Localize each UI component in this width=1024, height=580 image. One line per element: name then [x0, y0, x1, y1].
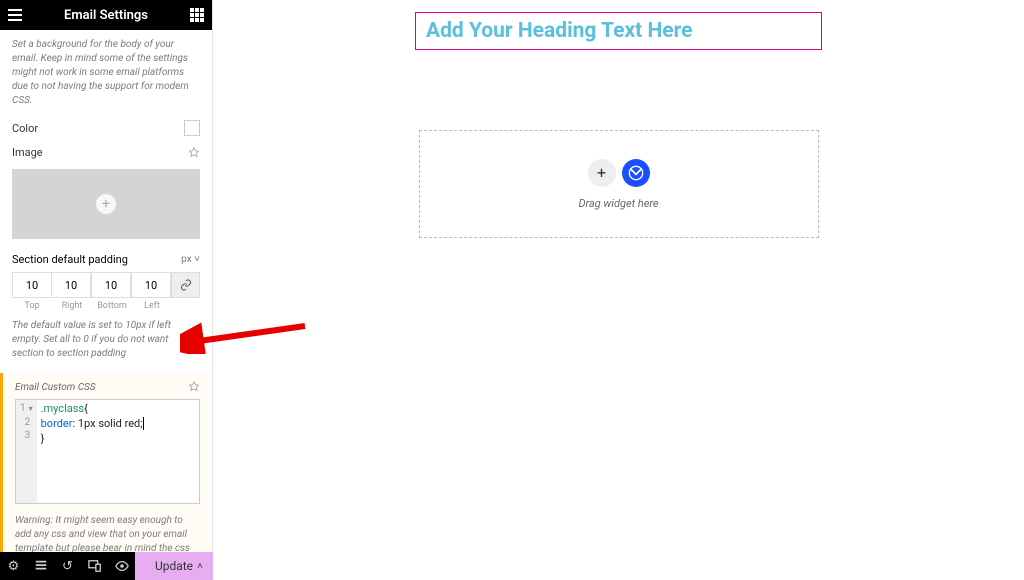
padding-right-input[interactable] [51, 272, 91, 298]
sidebar-header: Email Settings [0, 0, 212, 30]
color-label: Color [12, 122, 38, 135]
editor-canvas: Add Your Heading Text Here + Drag widget… [213, 0, 1024, 580]
sidebar-title: Email Settings [22, 8, 190, 23]
css-code-editor[interactable]: 1▾ 2 3 .myclass{ border: 1px solid red; … [15, 399, 200, 504]
widget-dropzone[interactable]: + Drag widget here [419, 130, 819, 238]
image-field-header: Image [12, 146, 200, 159]
navigator-icon[interactable] [27, 552, 54, 580]
link-values-button[interactable] [171, 272, 200, 298]
history-icon[interactable]: ↺ [54, 552, 81, 580]
background-help-text: Set a background for the body of your em… [12, 38, 200, 108]
line-gutter: 1▾ 2 3 [16, 400, 37, 503]
drag-hint-text: Drag widget here [578, 197, 658, 210]
padding-sublabels: Top Right Bottom Left [12, 301, 200, 311]
chevron-up-icon: ˄ [197, 561, 203, 572]
css-label: Email Custom CSS [15, 382, 96, 393]
css-header: Email Custom CSS [15, 381, 200, 393]
responsive-icon[interactable] [81, 552, 108, 580]
bottom-icon-group: ⚙ ↺ [0, 552, 135, 580]
heading-text: Add Your Heading Text Here [426, 19, 811, 43]
custom-css-section: Email Custom CSS 1▾ 2 3 .myclass{ border… [0, 373, 212, 580]
padding-header: Section default padding px ˅ [12, 253, 200, 266]
padding-bottom-input[interactable] [91, 272, 131, 298]
settings-icon[interactable]: ⚙ [0, 552, 27, 580]
plus-icon: + [96, 194, 116, 214]
code-content: .myclass{ border: 1px solid red; } [37, 400, 199, 503]
preview-icon[interactable] [108, 552, 135, 580]
heading-widget[interactable]: Add Your Heading Text Here [415, 12, 822, 50]
dynamic-icon[interactable] [188, 147, 200, 159]
brand-widget-button[interactable] [622, 159, 650, 187]
update-button[interactable]: Update ˄ [135, 552, 213, 580]
color-picker[interactable] [184, 120, 200, 136]
padding-label: Section default padding [12, 253, 128, 266]
add-widget-button[interactable]: + [588, 159, 616, 187]
padding-left-input[interactable] [131, 272, 171, 298]
padding-help-text: The default value is set to 10px if left… [12, 319, 200, 361]
sidebar-body: Set a background for the body of your em… [0, 30, 212, 580]
image-dropzone[interactable]: + [12, 169, 200, 239]
unit-selector[interactable]: px ˅ [181, 254, 200, 265]
color-field: Color [12, 120, 200, 136]
dynamic-icon[interactable] [188, 381, 200, 393]
bottom-toolbar: ⚙ ↺ Update ˄ [0, 552, 213, 580]
settings-sidebar: Email Settings Set a background for the … [0, 0, 213, 580]
menu-icon[interactable] [8, 8, 22, 22]
image-label: Image [12, 146, 43, 159]
padding-top-input[interactable] [12, 272, 52, 298]
apps-icon[interactable] [190, 8, 204, 22]
dropzone-actions: + [588, 159, 650, 187]
padding-inputs [12, 272, 200, 298]
